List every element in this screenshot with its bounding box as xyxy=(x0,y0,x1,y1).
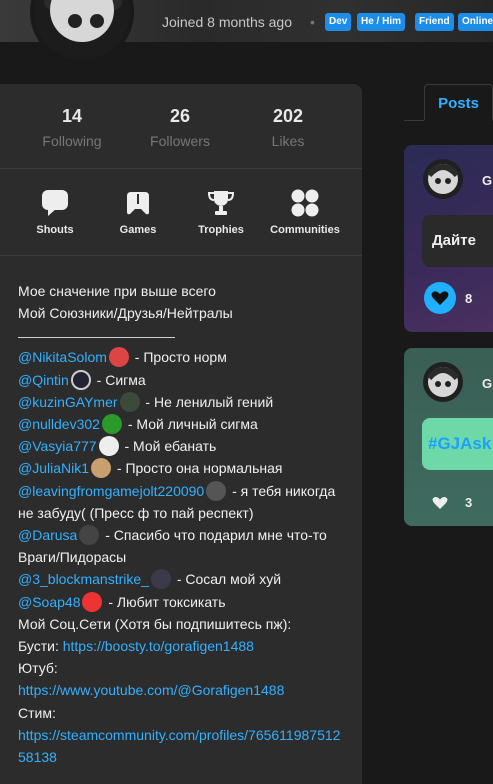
boosty-row: Бусти: https://boosty.to/gorafigen1488 xyxy=(18,635,348,657)
user-mention[interactable]: @NikitaSolom xyxy=(18,349,107,365)
ally-row: @Vasyia777 - Мой ебанать xyxy=(18,435,348,457)
post-author-avatar xyxy=(423,159,463,199)
avatar[interactable] xyxy=(30,0,134,64)
post-card[interactable]: G Дайте 8 xyxy=(404,145,493,332)
tag-pronouns: He / Him xyxy=(357,13,406,31)
mini-avatar xyxy=(108,347,129,368)
post-text: Дайте xyxy=(422,215,493,267)
ally-row: @JuliaNik1 - Просто она нормальная xyxy=(18,457,348,479)
likes-label: Likes xyxy=(271,133,305,149)
heart-icon[interactable] xyxy=(424,282,456,314)
ally-row: @nulldev302 - Мой личный сигма xyxy=(18,413,348,435)
tag-dev: Dev xyxy=(325,13,352,31)
enemy-row: @Soap48 - Любит токсикать xyxy=(18,591,348,613)
bio: Мое сначение при выше всего Мой Союзники… xyxy=(18,280,348,768)
ally-row: @Qintin - Сигма xyxy=(18,369,348,391)
mini-avatar xyxy=(206,480,227,501)
tag-friend: Friend xyxy=(415,13,454,31)
bio-line: Мое сначение при выше всего xyxy=(18,283,216,299)
mini-avatar xyxy=(79,525,100,546)
post-author-name[interactable]: G xyxy=(482,376,492,391)
post-card[interactable]: G #GJAsk 3 xyxy=(404,348,493,526)
communities-icon xyxy=(290,188,320,218)
mini-avatar xyxy=(70,369,91,390)
nav-trophies[interactable]: Trophies xyxy=(181,188,261,236)
bio-separator xyxy=(18,337,175,339)
trophy-icon xyxy=(206,188,236,218)
separator-dot: • xyxy=(310,14,315,30)
nav-communities[interactable]: Communities xyxy=(265,188,345,236)
divider xyxy=(0,168,362,169)
youtube-link[interactable]: https://www.youtube.com/@Gorafigen1488 xyxy=(18,679,348,701)
like-count: 3 xyxy=(465,495,473,510)
enemy-note: - Сосал мой хуй xyxy=(172,571,282,588)
ally-row: @NikitaSolom - Просто норм xyxy=(18,346,348,368)
avatar-face xyxy=(50,0,114,42)
user-mention[interactable]: @nulldev302 xyxy=(18,416,100,432)
tag-online: Online xyxy=(458,13,493,31)
joined-text: Joined 8 months ago xyxy=(162,14,292,30)
user-mention[interactable]: @Qintin xyxy=(18,372,69,388)
mini-avatar xyxy=(119,391,140,412)
ally-row: @Darusa - Спасибо что подарил мне что-то xyxy=(18,524,348,546)
boosty-link[interactable]: https://boosty.to/gorafigen1488 xyxy=(63,638,254,654)
enemy-note: - Любит токсикать xyxy=(104,593,226,610)
mini-avatar xyxy=(98,436,119,457)
following-count: 14 xyxy=(61,106,83,126)
stat-following[interactable]: 14 Following xyxy=(17,106,127,149)
ally-note: - Спасибо что подарил мне что-то xyxy=(101,527,327,544)
ally-note: - Просто норм xyxy=(130,349,227,366)
user-mention[interactable]: @Darusa xyxy=(18,527,77,543)
steam-label: Стим: xyxy=(18,704,56,721)
stat-followers[interactable]: 26 Followers xyxy=(125,106,235,149)
user-mention[interactable]: @3_blockmanstrike_ xyxy=(18,571,149,587)
profile-card: 14 Following 26 Followers 202 Likes Shou… xyxy=(0,84,362,784)
socials-title: Мой Соц.Сети (Хотя бы подпишитесь пж): xyxy=(18,615,292,632)
enemy-row: @3_blockmanstrike_ - Сосал мой хуй xyxy=(18,568,348,590)
ally-note: - Мой ебанать xyxy=(120,438,217,455)
enemies-title: Враги/Пидорасы xyxy=(18,549,127,566)
nav-communities-label: Communities xyxy=(270,224,340,236)
mini-avatar xyxy=(91,458,112,479)
user-mention[interactable]: @kuzinGAYmer xyxy=(18,394,118,410)
post-text: #GJAsk xyxy=(422,418,493,470)
ally-note: - Просто она нормальная xyxy=(113,460,283,477)
nav-shouts[interactable]: Shouts xyxy=(15,188,95,236)
tab-posts[interactable]: Posts xyxy=(424,84,493,121)
nav-trophies-label: Trophies xyxy=(198,224,244,236)
bio-line: Мой Союзники/Друзья/Нейтралы xyxy=(18,305,233,322)
likes-count: 202 xyxy=(272,106,304,126)
gamepad-icon xyxy=(123,188,153,218)
user-mention[interactable]: @JuliaNik1 xyxy=(18,460,89,476)
mini-avatar xyxy=(150,569,171,590)
steam-link[interactable]: https://steamcommunity.com/profiles/7656… xyxy=(18,724,343,768)
nav-games[interactable]: Games xyxy=(98,188,178,236)
following-label: Following xyxy=(42,133,102,149)
avatar-eye xyxy=(68,14,82,28)
avatar-eye xyxy=(90,14,104,28)
followers-label: Followers xyxy=(150,133,210,149)
heart-icon[interactable] xyxy=(424,488,456,520)
divider xyxy=(0,255,362,256)
post-author-avatar xyxy=(423,362,463,402)
user-mention[interactable]: @Soap48 xyxy=(18,594,80,610)
ally-row: @kuzinGAYmer - Не ленилый гений xyxy=(18,391,348,413)
ally-row: @leavingfromgamejolt220090 - я тебя нико… xyxy=(18,480,348,524)
youtube-label: Ютуб: xyxy=(18,660,58,677)
user-mention[interactable]: @leavingfromgamejolt220090 xyxy=(18,483,204,499)
boosty-label: Бусти: xyxy=(18,638,63,655)
post-author-name[interactable]: G xyxy=(482,173,492,188)
followers-count: 26 xyxy=(169,106,191,126)
nav-games-label: Games xyxy=(119,224,157,236)
mini-avatar xyxy=(82,591,103,612)
stat-likes[interactable]: 202 Likes xyxy=(233,106,343,149)
mini-avatar xyxy=(101,414,122,435)
ally-note: - Сигма xyxy=(92,371,146,388)
like-count: 8 xyxy=(465,291,473,306)
chat-bubble-icon xyxy=(40,188,70,218)
ally-note: - Мой личный сигма xyxy=(123,416,258,433)
ally-note: - Не ленилый гений xyxy=(141,393,274,410)
user-mention[interactable]: @Vasyia777 xyxy=(18,438,97,454)
nav-shouts-label: Shouts xyxy=(36,224,74,236)
